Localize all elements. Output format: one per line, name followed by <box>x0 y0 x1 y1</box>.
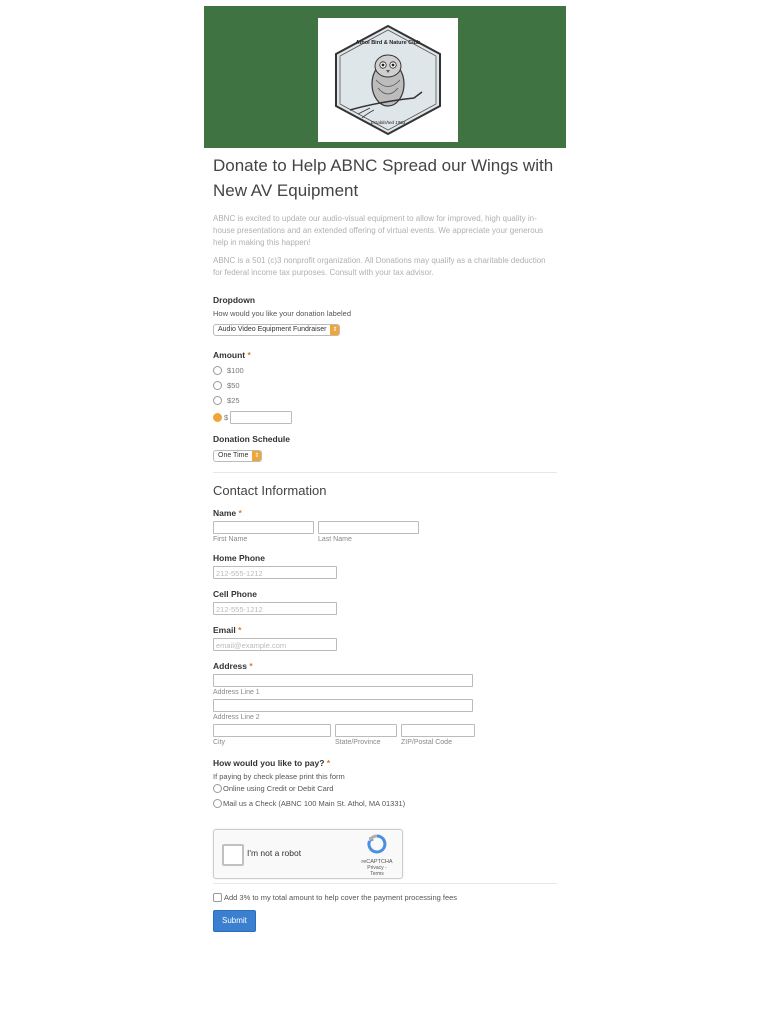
select-arrow-icon: ⇕ <box>330 324 340 335</box>
pay-option-label: Mail us a Check (ABNC 100 Main St. Athol… <box>223 799 406 808</box>
email-label: Email * <box>213 625 557 635</box>
state-sublabel: State/Province <box>335 739 381 746</box>
state-input[interactable] <box>335 724 397 737</box>
email-label-text: Email <box>213 625 236 635</box>
submit-button[interactable]: Submit <box>213 910 256 932</box>
fee-checkbox[interactable] <box>213 892 222 902</box>
address-label: Address * <box>213 661 557 671</box>
donation-schedule-select[interactable]: One Time ⇕ <box>213 449 263 462</box>
amount-option-label: $100 <box>227 366 244 375</box>
recaptcha-widget: I'm not a robot reCAPTCHA Privacy - Term… <box>213 829 403 879</box>
donation-label-select[interactable]: Audio Video Equipment Fundraiser ⇕ <box>213 323 341 336</box>
page-title: Donate to Help ABNC Spread our Wings wit… <box>213 156 554 200</box>
amount-option-label: $25 <box>227 396 240 405</box>
address-label-text: Address <box>213 661 248 671</box>
required-marker: * <box>238 508 242 518</box>
home-phone-label: Home Phone <box>213 553 265 563</box>
recaptcha-checkbox[interactable] <box>222 844 244 866</box>
amount-option-25[interactable]: $25 <box>213 393 557 408</box>
amount-option-50[interactable]: $50 <box>213 378 557 393</box>
amount-label: Amount * <box>213 350 557 360</box>
payment-sublabel: If paying by check please print this for… <box>213 772 345 781</box>
divider <box>213 883 557 884</box>
recaptcha-terms-link[interactable]: Privacy - Terms <box>360 865 394 877</box>
amount-label-text: Amount <box>213 350 246 360</box>
first-name-input[interactable] <box>213 521 314 534</box>
radio-icon[interactable] <box>213 784 222 793</box>
pay-option-check[interactable]: Mail us a Check (ABNC 100 Main St. Athol… <box>213 796 557 811</box>
cell-phone-input[interactable]: 212-555-1212 <box>213 602 337 615</box>
amount-option-other[interactable]: $ <box>213 408 557 426</box>
club-logo: Athol Bird & Nature Club Established 196… <box>318 18 458 142</box>
radio-icon[interactable] <box>213 799 222 808</box>
name-label: Name * <box>213 508 557 518</box>
donation-label-value: Audio Video Equipment Fundraiser <box>218 326 327 333</box>
radio-icon[interactable] <box>213 381 222 390</box>
home-phone-input[interactable]: 212-555-1212 <box>213 566 337 579</box>
last-name-sublabel: Last Name <box>318 536 352 543</box>
select-arrow-icon: ⇕ <box>252 450 262 461</box>
currency-symbol: $ <box>224 412 229 422</box>
donation-form: Athol Bird & Nature Club Established 196… <box>204 6 566 932</box>
logo-name: Athol Bird & Nature Club <box>356 40 421 46</box>
payment-label: How would you like to pay? * <box>213 758 557 768</box>
pay-option-online[interactable]: Online using Credit or Debit Card <box>213 781 557 796</box>
dropdown-sublabel: How would you like your donation labeled <box>213 309 352 318</box>
required-marker: * <box>249 661 253 671</box>
required-marker: * <box>247 350 251 360</box>
schedule-label: Donation Schedule <box>213 434 290 444</box>
other-amount-input[interactable] <box>230 410 293 424</box>
address-line2-input[interactable] <box>213 699 473 712</box>
dropdown-label: Dropdown <box>213 295 256 305</box>
payment-label-text: How would you like to pay? <box>213 758 325 768</box>
radio-selected-icon[interactable] <box>213 412 222 422</box>
logo-tagline: Established 1963 <box>371 120 406 125</box>
amount-option-label: $50 <box>227 381 240 390</box>
zip-sublabel: ZIP/Postal Code <box>401 739 452 746</box>
recaptcha-text: I'm not a robot <box>247 848 302 858</box>
city-input[interactable] <box>213 724 331 737</box>
address-line2-sublabel: Address Line 2 <box>213 714 260 721</box>
contact-section-title: Contact Information <box>213 483 327 498</box>
radio-icon[interactable] <box>213 366 222 375</box>
email-input[interactable]: email@example.com <box>213 638 337 651</box>
last-name-input[interactable] <box>318 521 419 534</box>
required-marker: * <box>326 758 331 768</box>
fee-option-label: Add 3% to my total amount to help cover … <box>224 892 458 902</box>
zip-input[interactable] <box>401 724 475 737</box>
pay-option-label: Online using Credit or Debit Card <box>223 784 334 793</box>
intro-text: ABNC is excited to update our audio-visu… <box>213 214 544 247</box>
nonprofit-text: ABNC is a 501 (c)3 nonprofit organizatio… <box>213 256 546 277</box>
recaptcha-brand: reCAPTCHA Privacy - Terms <box>360 834 394 877</box>
radio-icon[interactable] <box>213 396 222 405</box>
divider <box>213 472 557 473</box>
required-marker: * <box>238 625 242 635</box>
fee-option[interactable]: Add 3% to my total amount to help cover … <box>213 892 557 902</box>
name-label-text: Name <box>213 508 237 518</box>
address-line1-sublabel: Address Line 1 <box>213 689 260 696</box>
city-sublabel: City <box>213 739 226 746</box>
recaptcha-icon <box>367 834 387 854</box>
amount-option-100[interactable]: $100 <box>213 363 557 378</box>
address-line1-input[interactable] <box>213 674 473 687</box>
cell-phone-label: Cell Phone <box>213 589 257 599</box>
owl-logo-icon: Athol Bird & Nature Club Established 196… <box>335 24 441 136</box>
header-banner: Athol Bird & Nature Club Established 196… <box>204 6 566 148</box>
first-name-sublabel: First Name <box>213 536 248 543</box>
schedule-value: One Time <box>218 452 249 459</box>
